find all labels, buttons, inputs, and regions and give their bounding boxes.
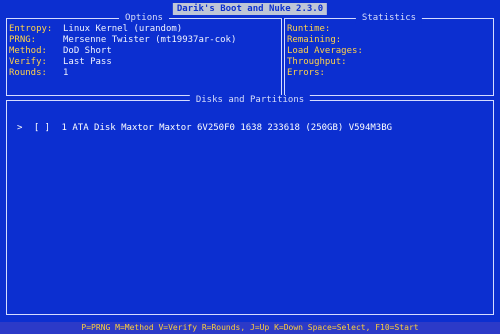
stat-remaining: Remaining: bbox=[287, 35, 341, 45]
stat-runtime: Runtime: bbox=[287, 24, 330, 34]
disks-heading: Disks and Partitions bbox=[189, 95, 311, 106]
disks-panel: Disks and Partitions > [ ] 1 ATA Disk Ma… bbox=[6, 95, 494, 315]
option-label: Entropy: bbox=[9, 24, 53, 34]
stat-label: Load Averages: bbox=[287, 46, 363, 56]
stat-throughput: Throughput: bbox=[287, 57, 347, 67]
dban-screen: Darik's Boot and Nuke 2.3.0 Options Entr… bbox=[0, 0, 500, 334]
option-value: Last Pass bbox=[63, 57, 112, 67]
stat-label: Runtime: bbox=[287, 24, 331, 34]
title-bar: Darik's Boot and Nuke 2.3.0 bbox=[0, 3, 500, 15]
option-value: Linux Kernel (urandom) bbox=[63, 24, 183, 34]
disk-select-checkbox[interactable]: [ ] bbox=[34, 123, 50, 133]
statistics-panel: Statistics Runtime: Remaining: Load Aver… bbox=[284, 13, 494, 96]
option-verify: Verify: Last Pass bbox=[9, 57, 112, 67]
stat-label: Remaining: bbox=[287, 35, 342, 45]
stat-errors: Errors: bbox=[287, 68, 325, 78]
option-method: Method: DoD Short bbox=[9, 46, 112, 56]
footer-hint-text: P=PRNG M=Method V=Verify R=Rounds, J=Up … bbox=[81, 323, 419, 332]
app-title: Darik's Boot and Nuke 2.3.0 bbox=[172, 3, 328, 15]
option-rounds: Rounds: 1 bbox=[9, 68, 68, 78]
option-value: 1 bbox=[63, 68, 69, 78]
option-label: PRNG: bbox=[9, 35, 37, 45]
stat-label: Errors: bbox=[287, 68, 325, 78]
option-label: Rounds: bbox=[9, 68, 47, 78]
option-value: DoD Short bbox=[63, 46, 112, 56]
option-entropy: Entropy: Linux Kernel (urandom) bbox=[9, 24, 182, 34]
disk-list-item[interactable]: > [ ] 1 ATA Disk Maxtor Maxtor 6V250F0 1… bbox=[17, 123, 398, 133]
options-panel: Options Entropy: Linux Kernel (urandom) … bbox=[6, 13, 282, 96]
option-value: Mersenne Twister (mt19937ar-cok) bbox=[63, 35, 237, 45]
stat-label: Throughput: bbox=[287, 57, 347, 67]
stat-load-averages: Load Averages: bbox=[287, 46, 363, 56]
options-heading: Options bbox=[119, 13, 169, 24]
cursor-indicator: > bbox=[17, 123, 23, 133]
option-label: Verify: bbox=[9, 57, 47, 67]
footer-hints: P=PRNG M=Method V=Verify R=Rounds, J=Up … bbox=[0, 322, 500, 334]
disk-description: 1 ATA Disk Maxtor Maxtor 6V250F0 1638 23… bbox=[61, 123, 393, 133]
option-label: Method: bbox=[9, 46, 47, 56]
statistics-heading: Statistics bbox=[355, 13, 423, 24]
option-prng: PRNG: Mersenne Twister (mt19937ar-cok) bbox=[9, 35, 236, 45]
